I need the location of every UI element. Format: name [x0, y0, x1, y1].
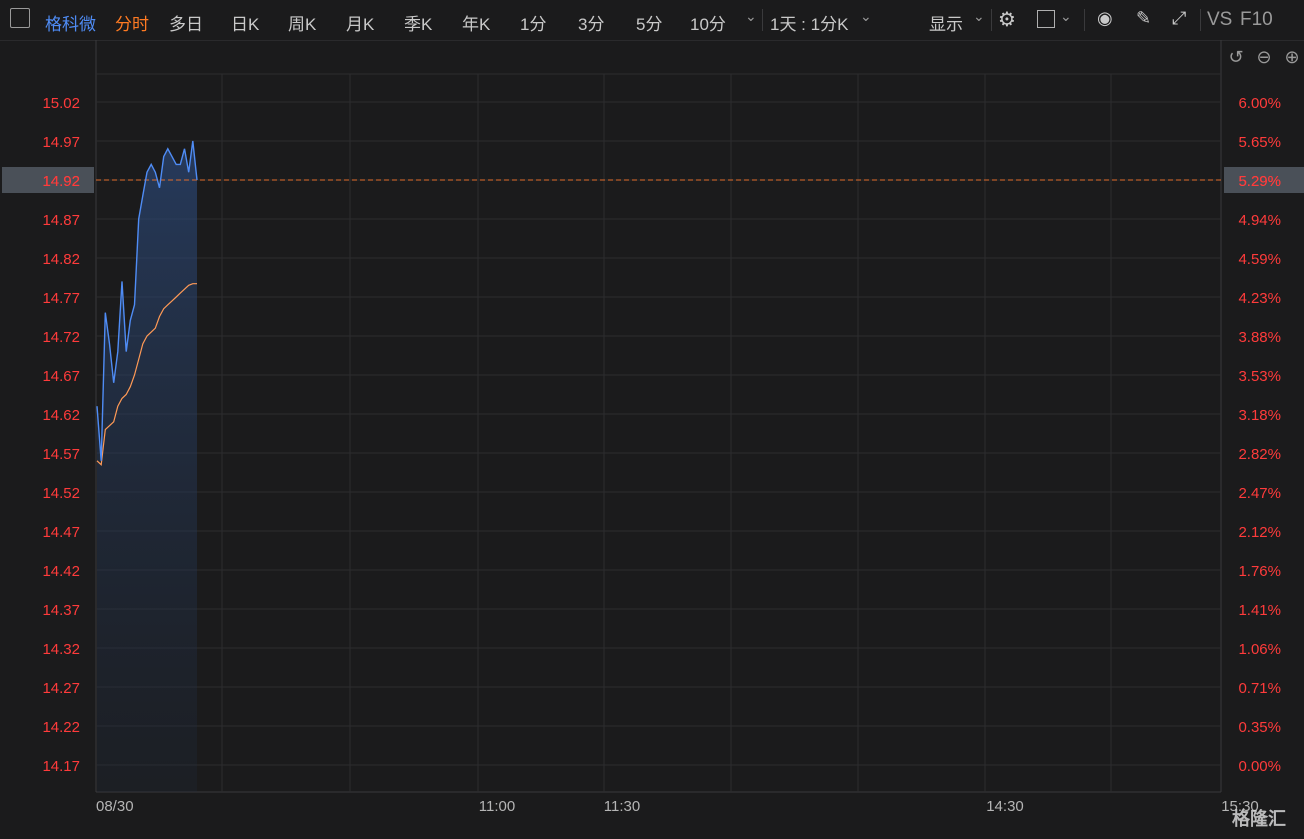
y-tick-label-left: 14.77 — [42, 290, 80, 307]
y-tick-label-right: 3.53% — [1238, 368, 1281, 385]
y-tick-label-right: 2.82% — [1238, 446, 1281, 463]
y-tick-label-right: 4.59% — [1238, 251, 1281, 268]
tab-daily-k[interactable]: 日K — [231, 10, 259, 35]
y-tick-label-right: 5.65% — [1238, 134, 1281, 151]
period-chevron-down-icon[interactable]: ⌄ — [860, 8, 872, 25]
y-tick-label-right: 3.18% — [1238, 407, 1281, 424]
zoom-controls: ↺ ⊖ ⊕ — [1228, 47, 1299, 68]
y-tick-label-left: 14.52 — [42, 485, 80, 502]
y-tick-label-right: 1.06% — [1238, 641, 1281, 658]
more-chevron-down-icon[interactable]: ⌄ — [745, 8, 757, 25]
y-tick-label-left: 14.42 — [42, 563, 80, 580]
price-area — [97, 141, 197, 792]
x-tick-label: 11:30 — [604, 798, 640, 815]
y-tick-label-left: 14.87 — [42, 212, 80, 229]
tab-intraday[interactable]: 分时 — [115, 10, 149, 35]
undo-icon[interactable]: ↺ — [1228, 47, 1243, 68]
tab-5min[interactable]: 5分 — [636, 10, 662, 35]
y-tick-label-left: 14.32 — [42, 641, 80, 658]
toolbar-divider — [991, 9, 992, 31]
compare-vs-button[interactable]: VS — [1207, 9, 1232, 31]
y-tick-label-left: 14.22 — [42, 719, 80, 736]
x-tick-label: 11:00 — [479, 798, 515, 815]
y-tick-label-right: 0.71% — [1238, 680, 1281, 697]
display-menu[interactable]: 显示 — [929, 10, 963, 35]
fullscreen-icon[interactable]: ⤢ — [1172, 8, 1186, 29]
y-tick-label-right: 2.12% — [1238, 524, 1281, 541]
y-tick-label-left: 15.02 — [42, 95, 80, 112]
y-tick-label-right: 1.41% — [1238, 602, 1281, 619]
x-axis: 08/30 11:00 11:30 14:30 15:30 — [96, 798, 1259, 815]
sidebar-toggle-icon[interactable] — [10, 8, 30, 28]
tab-10min[interactable]: 10分 — [690, 10, 726, 35]
period-select[interactable]: 1天 : 1分K — [770, 10, 848, 35]
toolbar-divider — [762, 9, 763, 31]
tab-multi-day[interactable]: 多日 — [169, 10, 203, 35]
pencil-icon[interactable]: ✎ — [1136, 8, 1151, 29]
y-tick-label-left: 14.27 — [42, 680, 80, 697]
tab-weekly-k[interactable]: 周K — [288, 10, 316, 35]
y-tick-label-right: 1.76% — [1238, 563, 1281, 580]
y-tick-label-left: 14.92 — [42, 173, 80, 190]
chart-type-chevron-down-icon[interactable]: ⌄ — [1060, 8, 1072, 25]
y-tick-label-left: 14.82 — [42, 251, 80, 268]
tab-quarterly-k[interactable]: 季K — [404, 10, 432, 35]
tab-yearly-k[interactable]: 年K — [462, 10, 490, 35]
zoom-out-icon[interactable]: ⊖ — [1256, 47, 1271, 68]
y-tick-label-right: 4.94% — [1238, 212, 1281, 229]
chart-toolbar: 格科微 分时 多日 日K 周K 月K 季K 年K 1分 3分 5分 10分 ⌄ … — [0, 0, 1304, 41]
camera-icon[interactable]: ◉ — [1097, 8, 1113, 29]
y-tick-label-left: 14.62 — [42, 407, 80, 424]
y-tick-label-right: 5.29% — [1238, 173, 1281, 190]
y-axis-left: 15.02 14.97 14.92 14.87 14.82 14.77 14.72 14.67… — [42, 95, 80, 775]
y-axis-right: 6.00% 5.65% 5.29% 4.94% 4.59% 4.23% 3.88% 3.53%… — [1238, 95, 1281, 775]
y-tick-label-left: 14.37 — [42, 602, 80, 619]
y-tick-label-right: 6.00% — [1238, 95, 1281, 112]
y-tick-label-right: 0.35% — [1238, 719, 1281, 736]
intraday-chart[interactable]: 14.92 5.29% 15.02 14.97 14.92 14.87 14.82 14.7… — [0, 40, 1304, 839]
y-tick-label-right: 2.47% — [1238, 485, 1281, 502]
chart-lines: 14.92 5.29% — [2, 140, 1304, 466]
y-tick-label-right: 0.00% — [1238, 758, 1281, 775]
watermark-logo: 格隆汇 — [1232, 809, 1286, 829]
x-tick-label: 08/30 — [96, 798, 134, 815]
y-tick-label-left: 14.67 — [42, 368, 80, 385]
y-tick-label-left: 14.47 — [42, 524, 80, 541]
y-tick-label-left: 14.57 — [42, 446, 80, 463]
y-tick-label-left: 14.72 — [42, 329, 80, 346]
chart-grid — [95, 40, 1222, 793]
toolbar-divider — [1200, 9, 1201, 31]
tab-1min[interactable]: 1分 — [520, 10, 546, 35]
zoom-in-icon[interactable]: ⊕ — [1284, 47, 1299, 68]
stock-name[interactable]: 格科微 — [45, 10, 96, 35]
price-area-fill — [97, 141, 197, 792]
y-tick-label-left: 14.97 — [42, 134, 80, 151]
toolbar-divider — [1084, 9, 1085, 31]
gear-icon[interactable]: ⚙ — [998, 7, 1016, 32]
y-tick-label-left: 14.17 — [42, 758, 80, 775]
display-chevron-down-icon[interactable]: ⌄ — [973, 8, 985, 25]
x-tick-label: 14:30 — [986, 798, 1024, 815]
tab-monthly-k[interactable]: 月K — [346, 10, 374, 35]
y-tick-label-right: 4.23% — [1238, 290, 1281, 307]
chart-type-icon[interactable] — [1037, 10, 1055, 28]
y-tick-label-right: 3.88% — [1238, 329, 1281, 346]
f10-button[interactable]: F10 — [1240, 9, 1273, 31]
tab-3min[interactable]: 3分 — [578, 10, 604, 35]
